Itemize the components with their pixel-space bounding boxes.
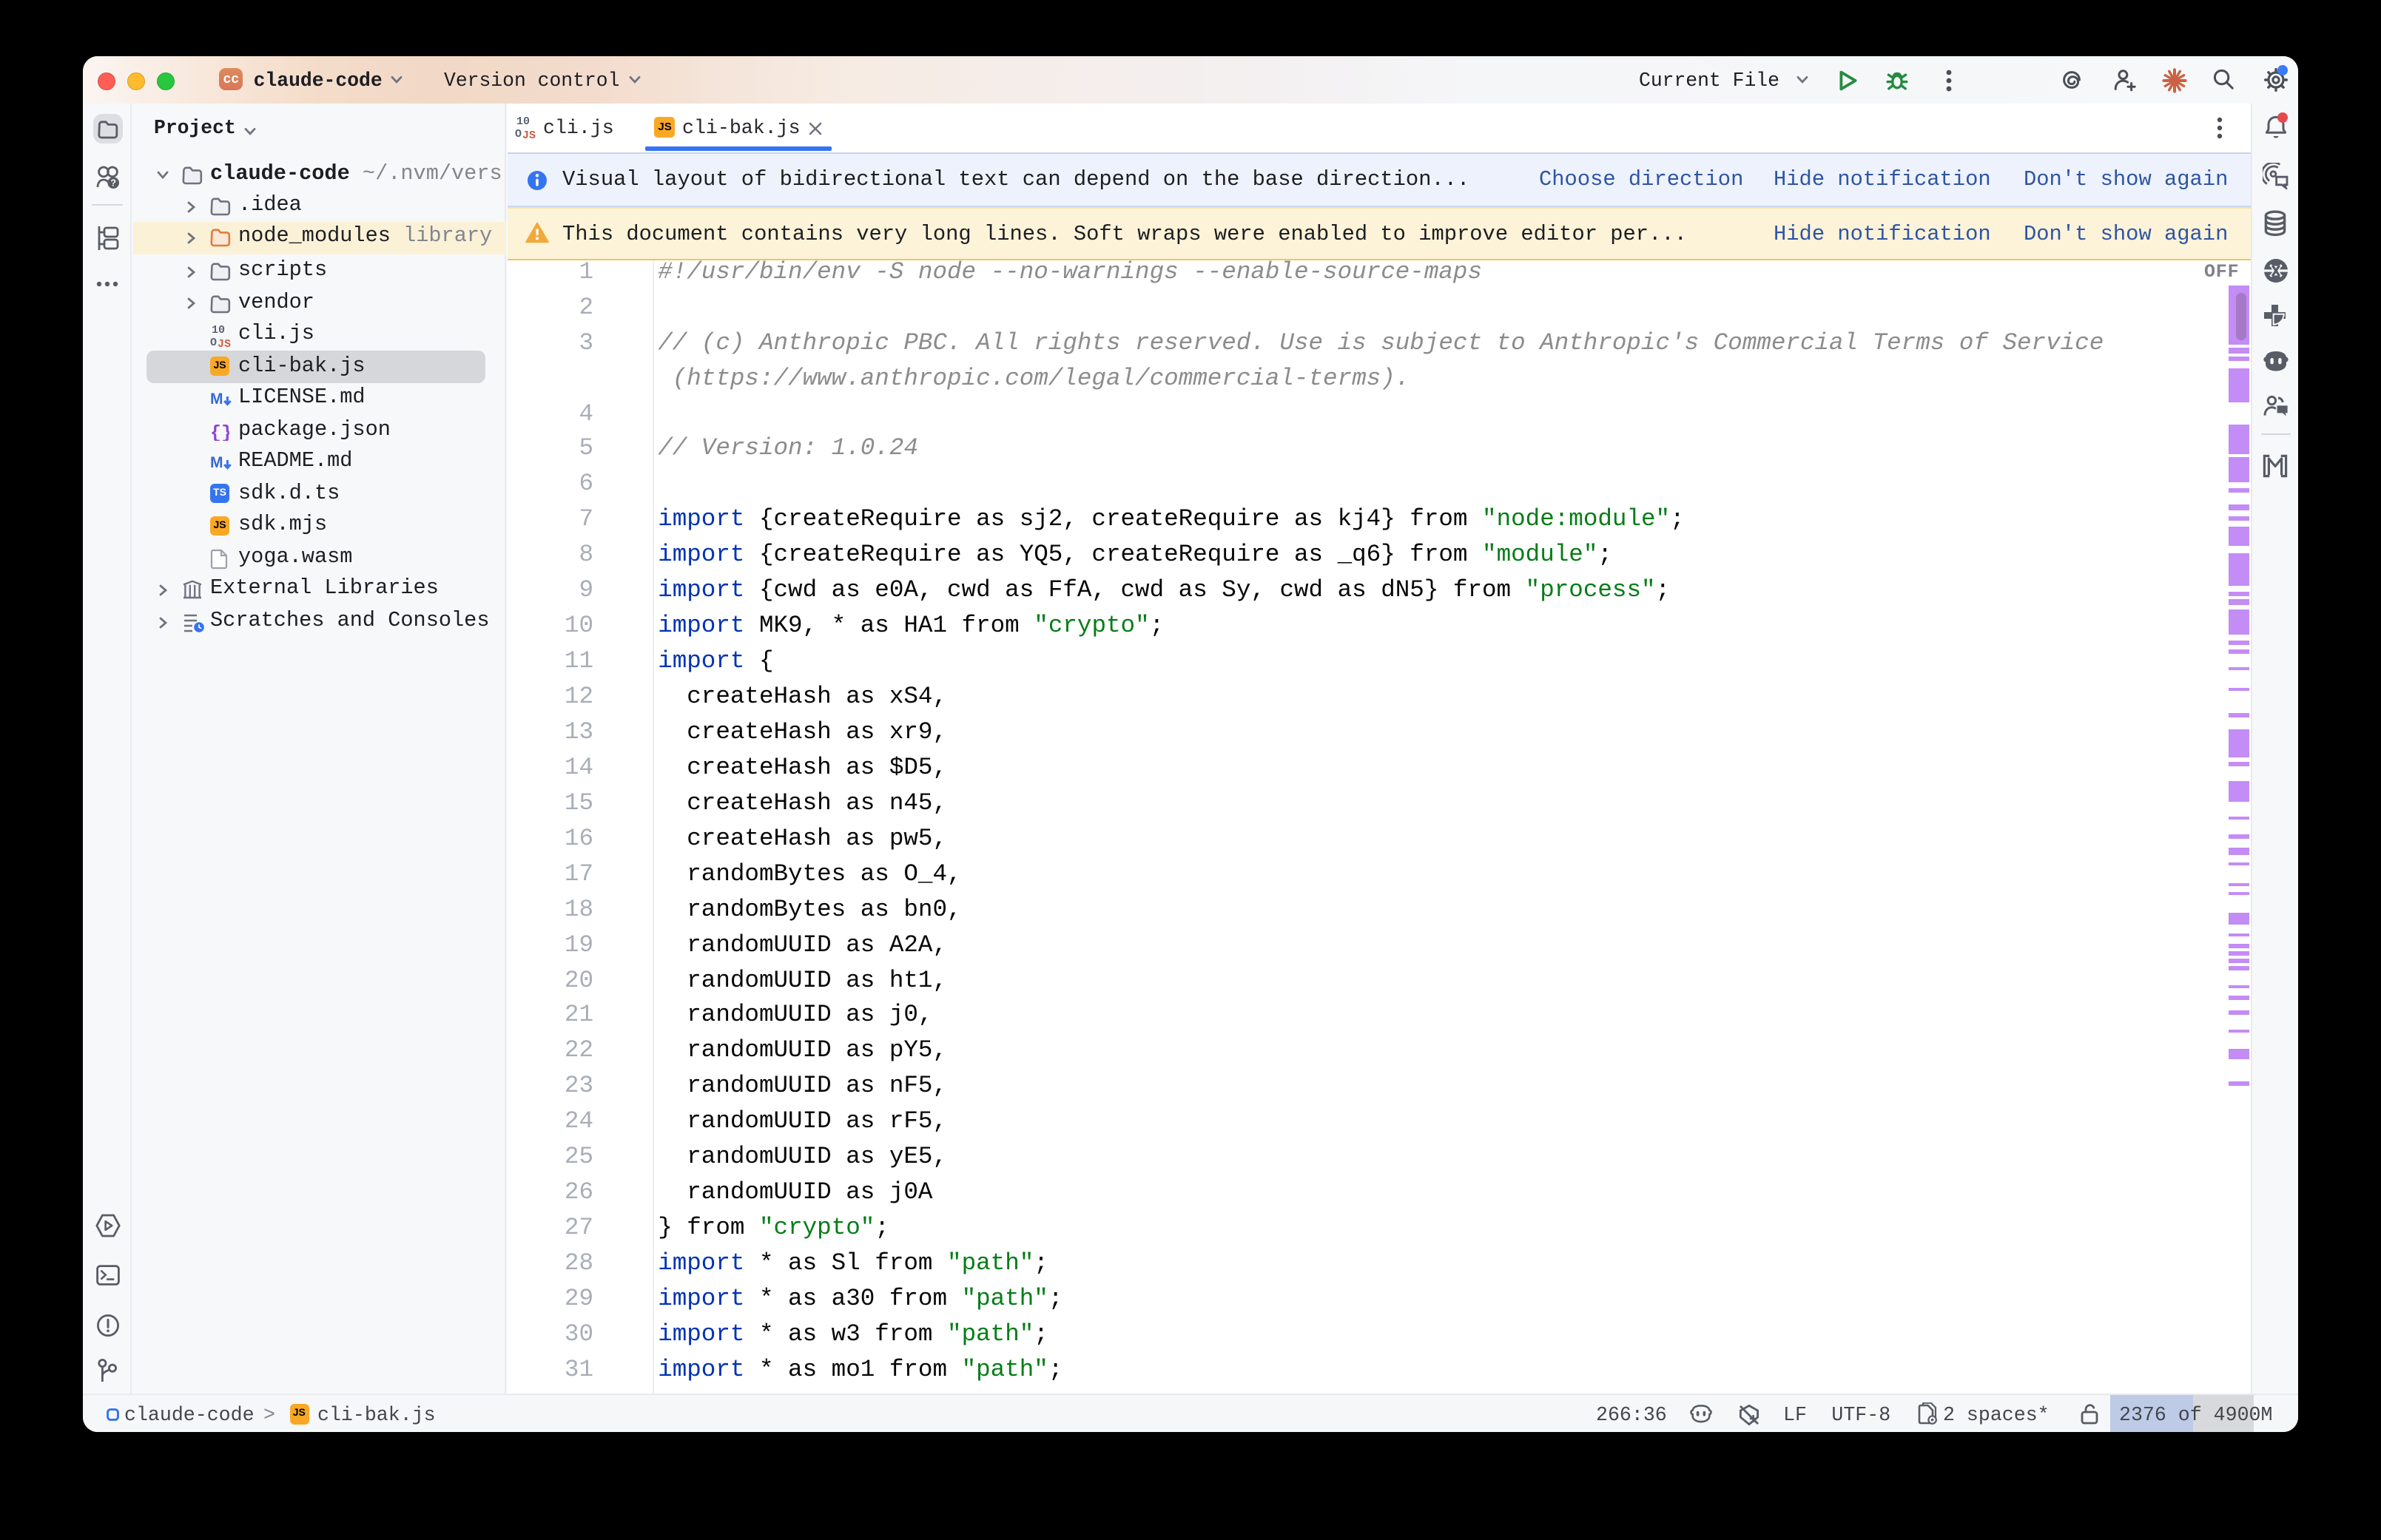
svg-text:10: 10 bbox=[212, 323, 225, 336]
svg-text:O: O bbox=[210, 336, 217, 347]
svg-text:M: M bbox=[210, 391, 223, 407]
svg-text:JS: JS bbox=[522, 129, 536, 139]
svg-text:JS: JS bbox=[218, 337, 231, 347]
svg-text:10: 10 bbox=[516, 115, 530, 128]
svg-text:M: M bbox=[210, 454, 223, 470]
svg-text:O: O bbox=[515, 128, 522, 139]
svg-text:{}: {} bbox=[210, 422, 229, 440]
svg-text:?: ? bbox=[110, 177, 116, 188]
